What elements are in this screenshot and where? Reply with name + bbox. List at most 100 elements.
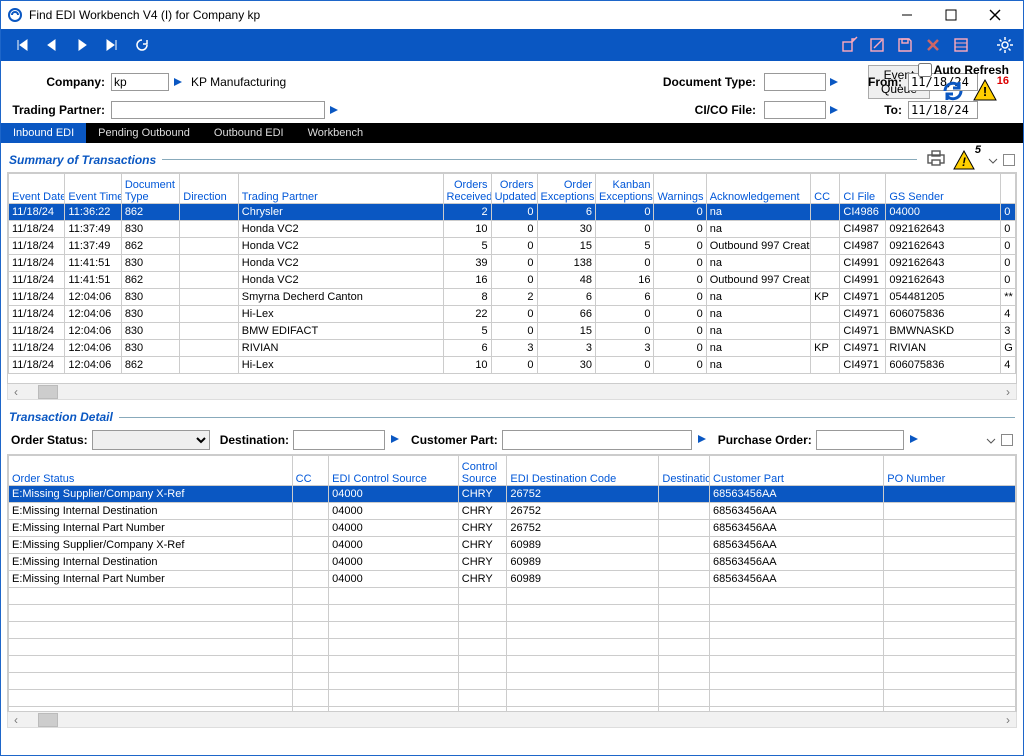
trading-partner-input[interactable]	[111, 101, 325, 119]
refresh-button[interactable]	[129, 32, 155, 58]
summary-col-header[interactable]: CC	[811, 174, 840, 204]
nav-prev-button[interactable]	[39, 32, 65, 58]
detail-col-header[interactable]: EDI Control Source	[329, 456, 459, 486]
summary-row[interactable]: 11/18/2412:04:06830Smyrna Decherd Canton…	[9, 289, 1016, 306]
detail-col-header[interactable]: CC	[292, 456, 328, 486]
summary-col-header[interactable]: Orders Received	[443, 174, 491, 204]
detail-row-empty	[9, 656, 1016, 673]
cico-label: CI/CO File:	[475, 103, 762, 117]
summary-col-header[interactable]: Trading Partner	[238, 174, 443, 204]
edit-icon[interactable]	[867, 35, 887, 55]
trading-partner-lookup-icon[interactable]	[327, 103, 341, 117]
customer-part-label: Customer Part:	[411, 433, 498, 447]
detail-col-header[interactable]: Destination	[659, 456, 710, 486]
summary-row[interactable]: 11/18/2412:04:06862Hi-Lex1003000naCI4971…	[9, 357, 1016, 374]
detail-row-empty	[9, 605, 1016, 622]
detail-row[interactable]: E:Missing Internal Part Number04000CHRY2…	[9, 520, 1016, 537]
detail-row-empty	[9, 673, 1016, 690]
company-input[interactable]	[111, 73, 169, 91]
summary-row[interactable]: 11/18/2412:04:06830RIVIAN63330naKPCI4971…	[9, 340, 1016, 357]
app-icon	[7, 7, 23, 23]
minimize-button[interactable]	[885, 1, 929, 29]
summary-col-header[interactable]: Acknowledgement	[706, 174, 810, 204]
delete-icon[interactable]	[923, 35, 943, 55]
company-name-text: KP Manufacturing	[191, 75, 286, 89]
detail-row[interactable]: E:Missing Internal Destination04000CHRY2…	[9, 503, 1016, 520]
tab-workbench[interactable]: Workbench	[296, 123, 375, 143]
detail-col-header[interactable]: Order Status	[9, 456, 293, 486]
to-label: To:	[826, 103, 906, 117]
summary-row[interactable]: 11/18/2412:04:06830BMW EDIFACT501500naCI…	[9, 323, 1016, 340]
toolbar	[1, 29, 1023, 61]
detail-row-empty	[9, 690, 1016, 707]
list-icon[interactable]	[951, 35, 971, 55]
settings-icon[interactable]	[995, 35, 1015, 55]
summary-row[interactable]: 11/18/2411:36:22862Chrysler20600naCI4986…	[9, 204, 1016, 221]
detail-row[interactable]: E:Missing Internal Destination04000CHRY6…	[9, 554, 1016, 571]
detail-grid[interactable]: Order StatusCCEDI Control SourceControl …	[7, 454, 1017, 712]
doc-type-input[interactable]	[764, 73, 826, 91]
tab-outbound-edi[interactable]: Outbound EDI	[202, 123, 296, 143]
summary-col-header[interactable]: Warnings	[654, 174, 706, 204]
tabs: Inbound EDIPending OutboundOutbound EDIW…	[1, 123, 1023, 143]
summary-col-header[interactable]: CI File	[840, 174, 886, 204]
auto-refresh-checkbox[interactable]: Auto Refresh	[918, 63, 1009, 77]
summary-warning-icon[interactable]: ! 5	[953, 150, 981, 170]
detail-expand-icon[interactable]	[985, 434, 997, 446]
close-button[interactable]	[973, 1, 1017, 29]
expand-icon[interactable]	[987, 154, 999, 166]
nav-next-button[interactable]	[69, 32, 95, 58]
destination-lookup-icon[interactable]	[389, 433, 401, 448]
detail-col-header[interactable]: EDI Destination Code	[507, 456, 659, 486]
tab-inbound-edi[interactable]: Inbound EDI	[1, 123, 86, 143]
destination-input[interactable]	[293, 430, 385, 450]
detail-row[interactable]: E:Missing Internal Part Number04000CHRY6…	[9, 571, 1016, 588]
nav-first-button[interactable]	[9, 32, 35, 58]
svg-text:!: !	[962, 155, 966, 169]
printer-icon[interactable]	[925, 149, 947, 170]
summary-col-header[interactable]: Orders Updated	[491, 174, 537, 204]
company-label: Company:	[9, 75, 109, 89]
detail-col-header[interactable]: Customer Part	[710, 456, 884, 486]
detail-col-header[interactable]: Control Source	[458, 456, 507, 486]
detail-row-empty	[9, 622, 1016, 639]
summary-col-header[interactable]: Order Exceptions	[537, 174, 595, 204]
summary-row[interactable]: 11/18/2411:37:49830Honda VC21003000naCI4…	[9, 221, 1016, 238]
purchase-order-lookup-icon[interactable]	[908, 433, 920, 448]
summary-row[interactable]: 11/18/2411:41:51862Honda VC216048160Outb…	[9, 272, 1016, 289]
trading-partner-label: Trading Partner:	[9, 103, 109, 117]
summary-col-header[interactable]: Document Type	[121, 174, 179, 204]
detail-row-empty	[9, 639, 1016, 656]
order-status-select[interactable]	[92, 430, 210, 450]
summary-col-header[interactable]: GS Sender	[886, 174, 1001, 204]
summary-grid[interactable]: Event DateEvent TimeDocument TypeDirecti…	[7, 172, 1017, 384]
purchase-order-input[interactable]	[816, 430, 904, 450]
refresh-arrows-icon[interactable]	[939, 79, 967, 106]
detail-col-header[interactable]: PO Number	[884, 456, 1016, 486]
summary-row[interactable]: 11/18/2411:37:49862Honda VC2501550Outbou…	[9, 238, 1016, 255]
summary-scrollbar[interactable]: ‹›	[7, 384, 1017, 400]
summary-row[interactable]: 11/18/2411:41:51830Honda VC239013800naCI…	[9, 255, 1016, 272]
window-title: Find EDI Workbench V4 (I) for Company kp	[29, 8, 885, 22]
customer-part-lookup-icon[interactable]	[696, 433, 708, 448]
tab-pending-outbound[interactable]: Pending Outbound	[86, 123, 202, 143]
titlebar: Find EDI Workbench V4 (I) for Company kp	[1, 1, 1023, 29]
maximize-button[interactable]	[929, 1, 973, 29]
grid-options-icon[interactable]	[1003, 154, 1015, 166]
detail-row[interactable]: E:Missing Supplier/Company X-Ref04000CHR…	[9, 537, 1016, 554]
summary-col-header[interactable]: Event Time	[65, 174, 121, 204]
export-icon[interactable]	[839, 35, 859, 55]
summary-col-header[interactable]: Kanban Exceptions	[596, 174, 654, 204]
nav-last-button[interactable]	[99, 32, 125, 58]
customer-part-input[interactable]	[502, 430, 692, 450]
save-icon[interactable]	[895, 35, 915, 55]
detail-grid-options-icon[interactable]	[1001, 434, 1013, 446]
summary-col-header[interactable]: Event Date	[9, 174, 65, 204]
cico-input[interactable]	[764, 101, 826, 119]
warning-badge[interactable]: ! 16	[973, 79, 1009, 101]
company-lookup-icon[interactable]	[171, 75, 185, 89]
detail-row[interactable]: E:Missing Supplier/Company X-Ref04000CHR…	[9, 486, 1016, 503]
summary-col-header[interactable]: Direction	[180, 174, 238, 204]
detail-scrollbar[interactable]: ‹›	[7, 712, 1017, 728]
summary-row[interactable]: 11/18/2412:04:06830Hi-Lex2206600naCI4971…	[9, 306, 1016, 323]
